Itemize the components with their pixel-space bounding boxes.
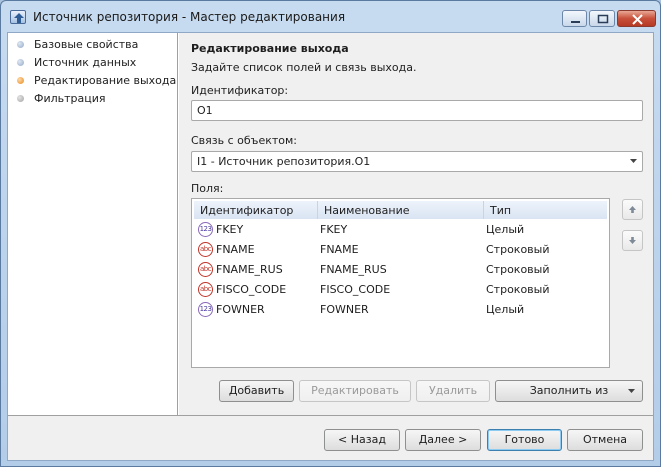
cell-type: Целый [486, 303, 525, 316]
step-bullet-icon [17, 59, 24, 66]
cell-identifier: FNAME [216, 243, 255, 256]
move-down-button[interactable] [622, 230, 643, 251]
maximize-icon [597, 14, 609, 24]
nav-step-data-source[interactable]: Источник данных [8, 54, 176, 72]
minimize-icon [571, 21, 580, 23]
nav-step-label: Источник данных [34, 56, 137, 69]
close-icon [632, 14, 643, 25]
wizard-client: Базовые свойства Источник данных Редакти… [7, 32, 654, 461]
column-header-identifier[interactable]: Идентификатор [194, 201, 318, 219]
minimize-button[interactable] [562, 10, 587, 27]
cell-type: Целый [486, 223, 525, 236]
cell-name: FKEY [320, 223, 348, 236]
cell-type: Строковый [486, 243, 550, 256]
string-type-icon: abc [198, 242, 213, 257]
cell-identifier: FKEY [216, 223, 244, 236]
nav-step-edit-output[interactable]: Редактирование выхода [8, 72, 176, 90]
link-object-select[interactable]: I1 - Источник репозитория.O1 [191, 151, 643, 172]
cell-name: FNAME_RUS [320, 263, 387, 276]
arrow-down-icon [629, 237, 636, 244]
delete-field-button[interactable]: Удалить [416, 380, 490, 402]
fields-label: Поля: [191, 182, 224, 195]
title-bar[interactable]: Источник репозитория - Мастер редактиров… [1, 1, 660, 31]
column-header-type[interactable]: Тип [484, 201, 607, 219]
grid-header: Идентификатор Наименование Тип [194, 201, 607, 219]
upload-arrow-icon [10, 10, 26, 24]
string-type-icon: abc [198, 282, 213, 297]
arrow-up-icon [629, 206, 636, 213]
table-row[interactable]: 123 FOWNER FOWNER Целый [194, 300, 607, 320]
chevron-down-icon [628, 389, 635, 393]
link-label: Связь с объектом: [191, 134, 297, 147]
page-title: Редактирование выхода [191, 42, 349, 55]
cell-identifier: FOWNER [216, 303, 265, 316]
close-button[interactable] [617, 10, 656, 27]
cell-type: Строковый [486, 263, 550, 276]
cell-name: FISCO_CODE [320, 283, 391, 296]
identifier-input[interactable] [191, 100, 643, 121]
chevron-down-icon [630, 159, 637, 163]
cell-name: FOWNER [320, 303, 369, 316]
wizard-footer: < Назад Далее > Готово Отмена [8, 415, 653, 460]
fields-grid[interactable]: Идентификатор Наименование Тип 123 FKEY … [191, 198, 610, 368]
nav-step-label: Редактирование выхода [34, 74, 177, 87]
step-bullet-icon [17, 95, 24, 102]
window-title: Источник репозитория - Мастер редактиров… [33, 10, 346, 24]
table-row[interactable]: abc FNAME_RUS FNAME_RUS Строковый [194, 260, 607, 280]
maximize-button[interactable] [589, 10, 615, 27]
step-page: Редактирование выхода Задайте список пол… [179, 33, 653, 415]
link-object-value: I1 - Источник репозитория.O1 [197, 155, 371, 168]
next-button[interactable]: Далее > [405, 429, 481, 451]
integer-type-icon: 123 [198, 222, 213, 237]
wizard-steps-nav: Базовые свойства Источник данных Редакти… [8, 33, 178, 415]
table-row[interactable]: 123 FKEY FKEY Целый [194, 220, 607, 240]
wizard-window: Источник репозитория - Мастер редактиров… [0, 0, 661, 467]
column-header-name[interactable]: Наименование [318, 201, 484, 219]
finish-button[interactable]: Готово [487, 429, 562, 451]
cancel-button[interactable]: Отмена [567, 429, 643, 451]
table-row[interactable]: abc FISCO_CODE FISCO_CODE Строковый [194, 280, 607, 300]
string-type-icon: abc [198, 262, 213, 277]
cell-identifier: FNAME_RUS [216, 263, 283, 276]
nav-step-filtering[interactable]: Фильтрация [8, 90, 176, 108]
nav-step-label: Фильтрация [34, 92, 106, 105]
nav-step-label: Базовые свойства [34, 38, 139, 51]
step-bullet-icon [17, 41, 24, 48]
cell-type: Строковый [486, 283, 550, 296]
step-bullet-icon [17, 77, 24, 84]
fill-from-label: Заполнить из [529, 384, 609, 397]
fill-from-button[interactable]: Заполнить из [495, 380, 643, 402]
move-up-button[interactable] [622, 199, 643, 220]
page-subtitle: Задайте список полей и связь выхода. [191, 61, 417, 74]
back-button[interactable]: < Назад [324, 429, 400, 451]
integer-type-icon: 123 [198, 302, 213, 317]
cell-identifier: FISCO_CODE [216, 283, 287, 296]
edit-field-button[interactable]: Редактировать [299, 380, 411, 402]
add-field-button[interactable]: Добавить [219, 380, 294, 402]
nav-step-basic-properties[interactable]: Базовые свойства [8, 36, 176, 54]
table-row[interactable]: abc FNAME FNAME Строковый [194, 240, 607, 260]
cell-name: FNAME [320, 243, 359, 256]
identifier-label: Идентификатор: [191, 84, 289, 97]
